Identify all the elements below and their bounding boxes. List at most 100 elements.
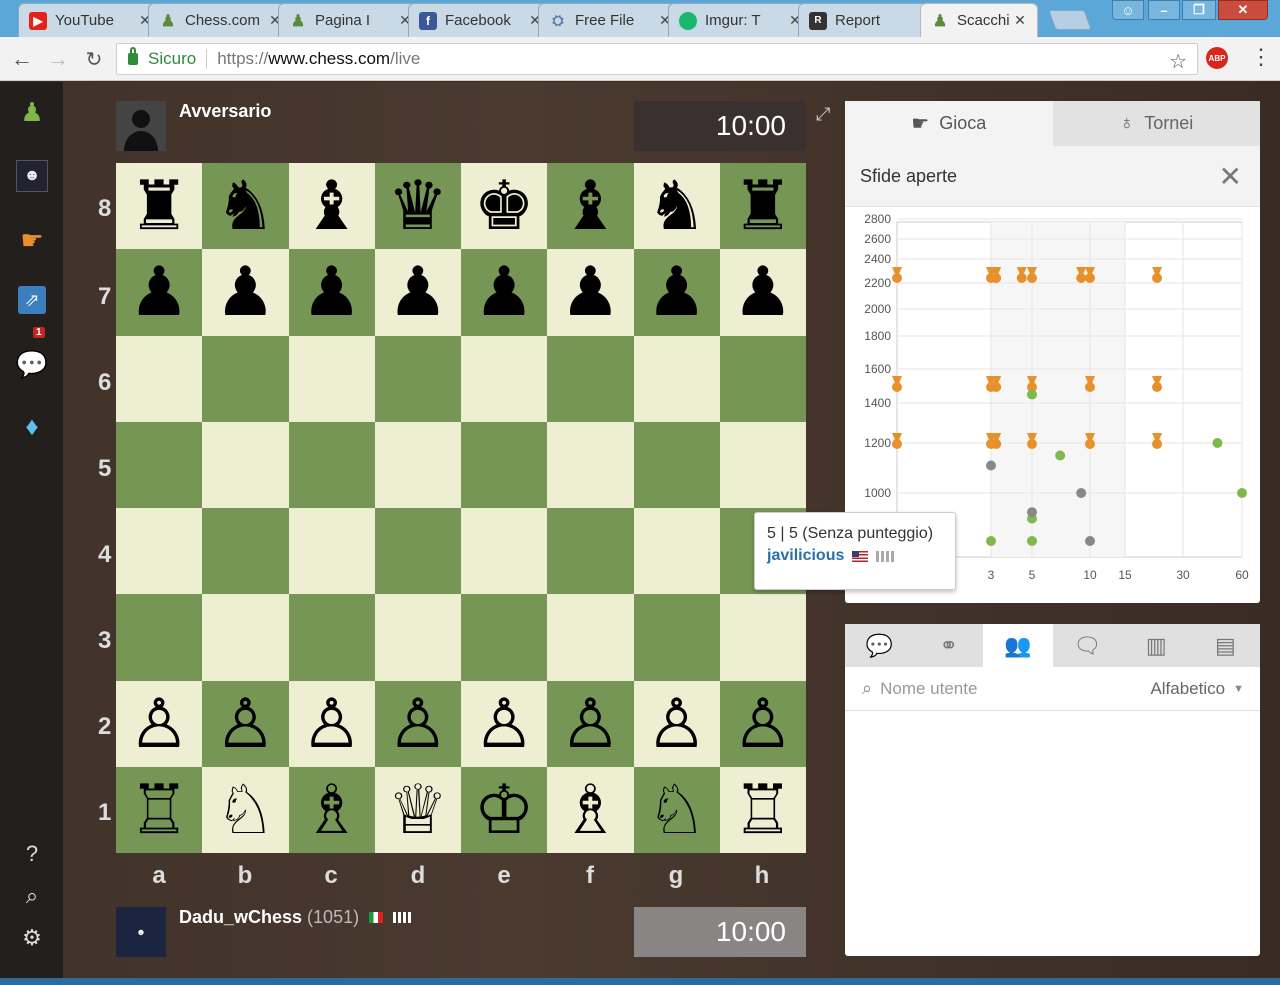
challenge-point-medal[interactable] — [892, 376, 902, 392]
board-square[interactable] — [202, 335, 289, 422]
challenge-point-medal[interactable] — [991, 267, 1002, 283]
chess-piece[interactable]: ♖ — [732, 776, 793, 844]
chess-piece[interactable]: ♟ — [129, 258, 190, 326]
games-archive-icon[interactable]: ▤ — [1191, 624, 1260, 667]
chess-piece[interactable]: ♝ — [301, 172, 362, 240]
close-icon[interactable]: ✕ — [1219, 160, 1242, 193]
board-square[interactable] — [202, 421, 289, 508]
challenge-point-gray[interactable] — [1085, 536, 1095, 546]
board-square[interactable] — [719, 335, 806, 422]
reload-icon[interactable]: ↻ — [82, 47, 106, 71]
challenge-point-medal[interactable] — [1152, 376, 1163, 392]
challenge-point-medal[interactable] — [1016, 267, 1027, 283]
user-avatar-icon[interactable]: ☻ — [16, 160, 48, 192]
board-square[interactable] — [202, 508, 289, 595]
challenge-point-green[interactable] — [1027, 536, 1037, 546]
challenge-point-gray[interactable] — [1027, 507, 1037, 518]
board-square[interactable]: ♘ — [633, 766, 720, 853]
restore-icon[interactable]: ❐ — [1182, 0, 1216, 20]
chess-piece[interactable]: ♙ — [560, 690, 621, 758]
tab-tournaments[interactable]: ♁ Tornei — [1052, 101, 1260, 146]
challenge-point-medal[interactable] — [1152, 267, 1163, 283]
board-square[interactable]: ♟ — [547, 249, 634, 336]
board-square[interactable] — [547, 335, 634, 422]
browser-tab-chess[interactable]: ♟ Chess.com ✕ — [148, 3, 293, 37]
board-square[interactable]: ♟ — [202, 249, 289, 336]
chess-piece[interactable]: ♙ — [646, 690, 707, 758]
board-square[interactable] — [719, 594, 806, 681]
board-square[interactable] — [633, 335, 720, 422]
chess-piece[interactable]: ♟ — [387, 258, 448, 326]
chess-piece[interactable]: ♞ — [646, 172, 707, 240]
board-square[interactable] — [116, 421, 203, 508]
challenge-point-medal[interactable] — [1076, 267, 1087, 283]
board-square[interactable]: ♟ — [633, 249, 720, 336]
chess-board[interactable]: ♜ ♞ ♝ ♛ ♚ ♝ ♞ ♜ ♟ ♟ ♟ ♟ ♟ ♟ ♟ ♟ ♙ ♙ ♙ ♙ ♙ ♙ ♙ ♙ ♖ ♘ ♗ ♕ ♔ ♗ ♘ ♖ — [116, 163, 806, 853]
challenge-point-medal[interactable] — [991, 433, 1002, 449]
board-square[interactable] — [719, 421, 806, 508]
leaderboard-icon[interactable]: ▥ — [1122, 624, 1191, 667]
chat-icon[interactable]: 💬 — [845, 624, 914, 667]
play-hand-icon[interactable]: ☛ — [16, 224, 48, 256]
friends-icon[interactable]: 👥 — [983, 624, 1053, 667]
bookmark-star-icon[interactable]: ☆ — [1169, 49, 1187, 74]
board-square[interactable]: ♙ — [547, 680, 634, 767]
adblock-icon[interactable]: ABP — [1206, 47, 1228, 69]
board-square[interactable] — [374, 335, 461, 422]
new-tab-button[interactable] — [1048, 10, 1092, 30]
user-profile-icon[interactable]: ☺ — [1112, 0, 1144, 20]
binoculars-icon[interactable]: ⚭ — [914, 624, 983, 667]
chess-piece[interactable]: ♟ — [732, 258, 793, 326]
board-square[interactable] — [374, 594, 461, 681]
board-square[interactable]: ♞ — [202, 163, 289, 250]
board-square[interactable] — [374, 508, 461, 595]
board-square[interactable] — [288, 421, 375, 508]
browser-tab-pagina[interactable]: ♟ Pagina I ✕ — [278, 3, 423, 37]
sort-select[interactable]: Alfabetico ▼ — [1150, 679, 1244, 699]
chess-piece[interactable]: ♘ — [215, 776, 276, 844]
chess-logo-icon[interactable]: ♟ — [16, 96, 48, 128]
address-bar[interactable]: Sicuro https://www.chess.com/live ☆ — [116, 43, 1198, 75]
board-square[interactable]: ♗ — [547, 766, 634, 853]
challenge-point-medal[interactable] — [1152, 433, 1163, 449]
puzzle-icon[interactable]: ⇗ — [18, 286, 46, 314]
chess-piece[interactable]: ♘ — [646, 776, 707, 844]
board-square[interactable]: ♗ — [288, 766, 375, 853]
chess-piece[interactable]: ♙ — [387, 690, 448, 758]
minimize-icon[interactable]: – — [1148, 0, 1180, 20]
board-square[interactable] — [461, 594, 548, 681]
help-icon[interactable]: ? — [20, 841, 44, 866]
browser-tab-facebook[interactable]: f Facebook ✕ — [408, 3, 553, 37]
challenge-point-green[interactable] — [1055, 450, 1066, 461]
board-square[interactable] — [202, 594, 289, 681]
board-square[interactable] — [288, 335, 375, 422]
chess-piece[interactable]: ♗ — [560, 776, 621, 844]
challenge-point-gray[interactable] — [1076, 488, 1087, 498]
challenge-point-medal[interactable] — [1027, 267, 1037, 283]
board-square[interactable] — [633, 421, 720, 508]
challenge-point-medal[interactable] — [1085, 433, 1095, 449]
chess-piece[interactable]: ♟ — [215, 258, 276, 326]
board-square[interactable]: ♟ — [461, 249, 548, 336]
board-square[interactable]: ♟ — [116, 249, 203, 336]
chess-piece[interactable]: ♙ — [215, 690, 276, 758]
board-square[interactable]: ♜ — [719, 163, 806, 250]
board-square[interactable]: ♙ — [461, 680, 548, 767]
challenge-point-medal[interactable] — [1085, 267, 1095, 283]
chess-piece[interactable]: ♟ — [301, 258, 362, 326]
board-square[interactable] — [288, 508, 375, 595]
browser-tab-imgur[interactable]: Imgur: T ✕ — [668, 3, 813, 37]
board-square[interactable]: ♚ — [461, 163, 548, 250]
board-square[interactable]: ♖ — [719, 766, 806, 853]
board-square[interactable]: ♞ — [633, 163, 720, 250]
board-square[interactable]: ♝ — [547, 163, 634, 250]
diamond-icon[interactable]: ♦ — [16, 410, 48, 442]
browser-menu-icon[interactable]: ⋮ — [1250, 44, 1272, 70]
username-search-input[interactable] — [880, 678, 1081, 699]
chess-piece[interactable]: ♜ — [732, 172, 793, 240]
chat-bubbles-icon[interactable]: 💬 — [16, 348, 48, 380]
challenge-point-medal[interactable] — [1085, 376, 1095, 392]
board-square[interactable]: ♟ — [288, 249, 375, 336]
board-square[interactable]: ♝ — [288, 163, 375, 250]
chess-piece[interactable]: ♙ — [301, 690, 362, 758]
